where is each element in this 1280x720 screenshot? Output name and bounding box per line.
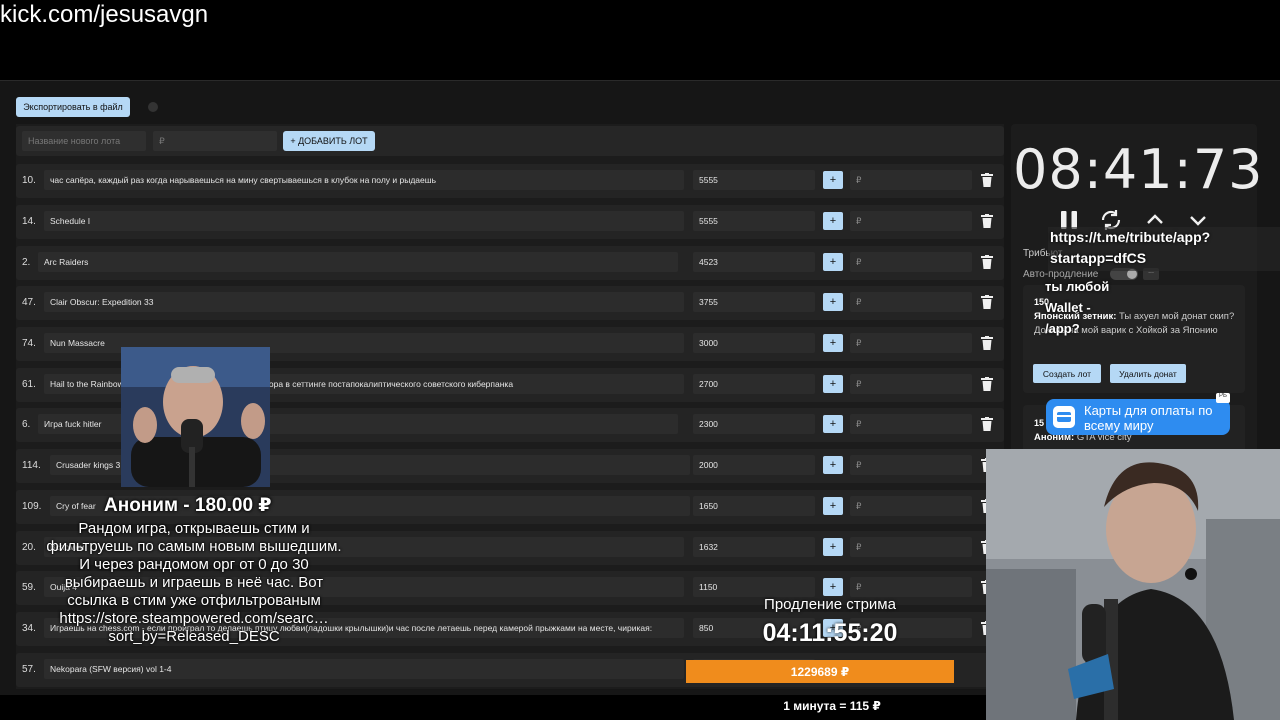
extension-time: 04:11:55:20 [762,619,898,647]
lot-add-amount-input[interactable]: ₽ [850,414,972,434]
lot-add-amount-input[interactable]: ₽ [850,252,972,272]
wallet-ad-badge: РБ [1216,393,1230,403]
lot-row: 47. Clair Obscur: Expedition 33 3755 + ₽ [16,286,1004,320]
lot-number: 10. [22,175,36,186]
lot-plus-button[interactable]: + [823,538,843,556]
trash-icon[interactable] [981,336,993,350]
export-button[interactable]: Экспортировать в файл [16,97,130,117]
wallet-line-2: Wallet - [1045,300,1091,315]
new-lot-price-input[interactable]: ₽ [153,131,277,151]
lot-plus-button[interactable]: + [823,212,843,230]
tribute-link: https://t.me/tribute/app?startapp=dfCS [1050,229,1211,266]
lot-title-input[interactable]: Arc Raiders [38,252,678,272]
lot-amount: 2300 [693,414,815,434]
donation2-amount: 15 [1034,418,1045,428]
lot-add-amount-input[interactable]: ₽ [850,496,972,516]
alert-message: Рандом игра, открываешь стим и фильтруеш… [46,520,342,645]
screen: kick.com/jesusavgn Экспортировать в файл… [0,0,1280,720]
lot-number: 61. [22,379,36,390]
lot-number: 74. [22,338,36,349]
lot-plus-button[interactable]: + [823,497,843,515]
lot-number: 59. [22,582,36,593]
lot-title-input[interactable]: час сапёра, каждый раз когда нарываешься… [44,170,684,190]
wallet-icon [1053,406,1075,428]
donation-alert-image [121,347,270,487]
lot-amount: 4523 [693,252,815,272]
lot-add-amount-input[interactable]: ₽ [850,292,972,312]
lot-number: 47. [22,297,36,308]
total-amount-bar: 1229689 ₽ [686,660,954,683]
lot-amount: 1650 [693,496,815,516]
trash-icon[interactable] [981,173,993,187]
lot-plus-button[interactable]: + [823,334,843,352]
status-dot-icon [148,102,158,112]
lot-add-amount-input[interactable]: ₽ [850,537,972,557]
wallet-line-1: ты любой [1045,279,1110,294]
lot-plus-button[interactable]: + [823,578,843,596]
lot-add-amount-input[interactable]: ₽ [850,455,972,475]
lot-add-amount-input[interactable]: ₽ [850,374,972,394]
trash-icon[interactable] [981,255,993,269]
lot-number: 20. [22,542,36,553]
lot-number: 14. [22,216,36,227]
lot-number: 109. [22,501,42,512]
extension-label: Продление стрима [764,596,896,613]
lot-plus-button[interactable]: + [823,415,843,433]
lot-plus-button[interactable]: + [823,171,843,189]
delete-donation-button[interactable]: Удалить донат [1110,364,1186,383]
new-lot-name-input[interactable]: Название нового лота [22,131,146,151]
lot-amount: 2000 [693,455,815,475]
create-lot-button[interactable]: Создать лот [1033,364,1101,383]
lot-amount: 5555 [693,170,815,190]
lot-row: 10. час сапёра, каждый раз когда нарываеш… [16,164,1004,198]
lot-title-input[interactable]: Nekopara (SFW версия) vol 1-4 [44,659,684,679]
lot-plus-button[interactable]: + [823,375,843,393]
lot-add-amount-input[interactable]: ₽ [850,333,972,353]
wallet-line-3: /app? [1045,321,1080,336]
lot-number: 2. [22,257,31,268]
lot-title-input[interactable]: Schedule I [44,211,684,231]
trash-icon[interactable] [981,417,993,431]
trash-icon[interactable] [981,377,993,391]
lot-amount: 5555 [693,211,815,231]
channel-url: kick.com/jesusavgn [0,1,209,28]
webcam-feed [986,449,1280,720]
lot-plus-button[interactable]: + [823,253,843,271]
lot-number: 6. [22,419,31,430]
lot-number: 57. [22,664,36,675]
trash-icon[interactable] [981,295,993,309]
rate-text: 1 минута = 115 ₽ [783,699,881,713]
lot-add-amount-input[interactable]: ₽ [850,211,972,231]
lot-number: 34. [22,623,36,634]
lot-amount: 3000 [693,333,815,353]
trash-icon[interactable] [981,214,993,228]
alert-donor-name: Аноним - 180.00 ₽ [104,495,272,516]
lot-row: 14. Schedule I 5555 + ₽ [16,205,1004,239]
lot-amount: 1150 [693,577,815,597]
wallet-ad-text: Карты для оплаты по всему миру [1084,403,1213,433]
lot-amount: 3755 [693,292,815,312]
lot-amount: 1632 [693,537,815,557]
lot-plus-button[interactable]: + [823,456,843,474]
lot-add-amount-input[interactable]: ₽ [850,577,972,597]
lot-amount: 2700 [693,374,815,394]
lot-add-amount-input[interactable]: ₽ [850,170,972,190]
timer-display: 08:41:73 [1013,138,1264,201]
wallet-overlay-text: ты любой Wallet - /app? [1045,276,1109,339]
lot-row: 2. Arc Raiders 4523 + ₽ [16,246,1004,280]
lot-number: 114. [22,460,41,471]
add-lot-button[interactable]: + ДОБАВИТЬ ЛОТ [283,131,375,151]
lot-plus-button[interactable]: + [823,293,843,311]
lot-title-input[interactable]: Clair Obscur: Expedition 33 [44,292,684,312]
